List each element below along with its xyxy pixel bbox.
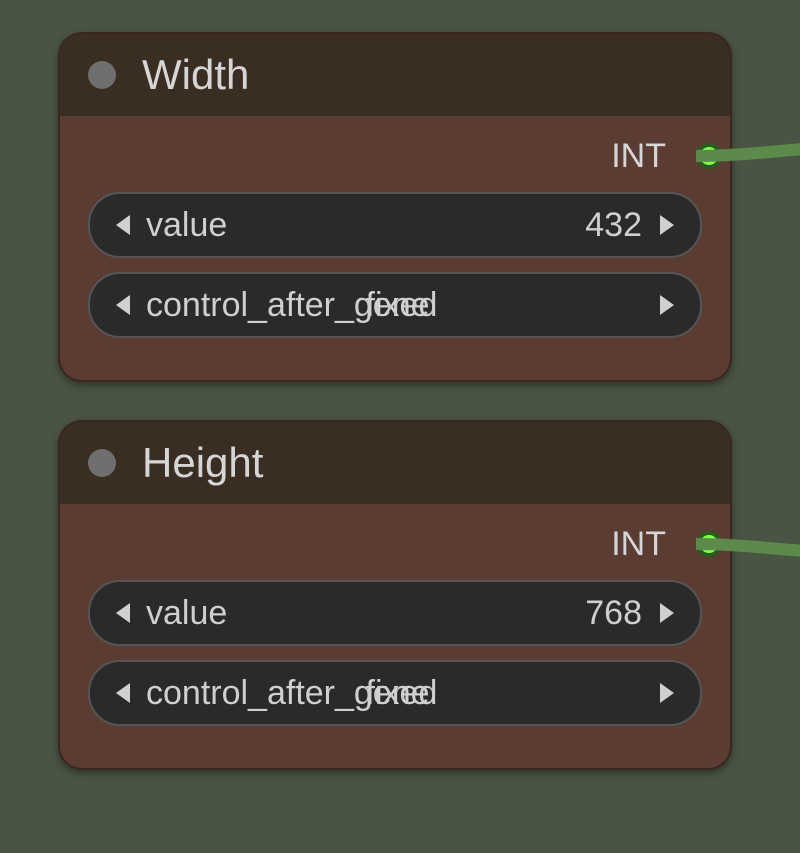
output-socket-icon[interactable] [696, 143, 722, 169]
output-socket-icon[interactable] [696, 531, 722, 557]
field-value: 432 [585, 206, 642, 245]
node-body: INT value 432 [60, 116, 730, 380]
output-row: INT [88, 130, 702, 182]
collapse-dot-icon[interactable] [88, 61, 116, 89]
node-height[interactable]: Height INT value 768 [58, 420, 732, 770]
next-arrow-icon[interactable] [650, 681, 682, 705]
next-arrow-icon[interactable] [650, 293, 682, 317]
output-row: INT [88, 518, 702, 570]
node-body: INT value 768 [60, 504, 730, 768]
field-label: value [146, 594, 227, 633]
node-title: Width [142, 51, 249, 99]
output-label: INT [611, 525, 666, 564]
decrement-arrow-icon[interactable] [108, 213, 140, 237]
node-title: Height [142, 439, 263, 487]
node-editor-canvas[interactable]: Width INT value 432 [0, 0, 800, 853]
previous-arrow-icon[interactable] [108, 681, 140, 705]
value-field[interactable]: value 432 [88, 192, 702, 258]
control-after-generate-field[interactable]: control_after_gene fixed [88, 660, 702, 726]
previous-arrow-icon[interactable] [108, 293, 140, 317]
control-after-generate-field[interactable]: control_after_gene fixed [88, 272, 702, 338]
collapse-dot-icon[interactable] [88, 449, 116, 477]
increment-arrow-icon[interactable] [650, 213, 682, 237]
decrement-arrow-icon[interactable] [108, 601, 140, 625]
output-label: INT [611, 137, 666, 176]
increment-arrow-icon[interactable] [650, 601, 682, 625]
field-value: 768 [585, 594, 642, 633]
node-width[interactable]: Width INT value 432 [58, 32, 732, 382]
field-value: fixed [366, 674, 438, 713]
value-field[interactable]: value 768 [88, 580, 702, 646]
field-value: fixed [366, 286, 438, 325]
node-header[interactable]: Width [60, 34, 730, 116]
field-label: value [146, 206, 227, 245]
node-header[interactable]: Height [60, 422, 730, 504]
